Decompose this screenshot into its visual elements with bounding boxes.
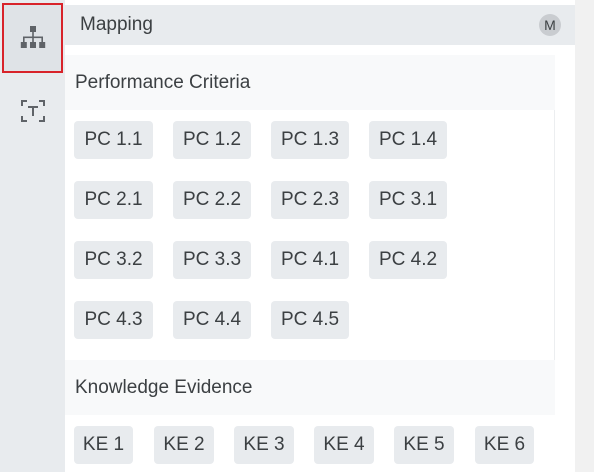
- panel-header: Mapping M: [65, 5, 575, 45]
- scrollbar-track[interactable]: [575, 0, 594, 472]
- pc-chip[interactable]: PC 3.3: [173, 241, 251, 279]
- pc-chip[interactable]: PC 3.2: [74, 241, 153, 279]
- pc-chip[interactable]: PC 1.2: [173, 121, 251, 159]
- pc-chip[interactable]: PC 4.1: [271, 241, 349, 279]
- pc-chip[interactable]: PC 1.4: [369, 121, 447, 159]
- section-divider: [554, 110, 555, 360]
- mapping-tab-button[interactable]: [2, 3, 63, 73]
- performance-criteria-title: Performance Criteria: [75, 71, 251, 93]
- pc-chip[interactable]: PC 1.1: [74, 121, 153, 159]
- sidebar-rail: [0, 0, 65, 472]
- ke-chip[interactable]: KE 4: [314, 426, 374, 464]
- pc-chip[interactable]: PC 2.2: [173, 181, 251, 219]
- text-select-icon: [20, 100, 45, 122]
- user-avatar-badge[interactable]: M: [539, 14, 561, 36]
- ke-chip[interactable]: KE 5: [394, 426, 454, 464]
- pc-chip[interactable]: PC 2.3: [271, 181, 349, 219]
- text-tab-button[interactable]: [2, 76, 63, 146]
- pc-chip[interactable]: PC 2.1: [74, 181, 153, 219]
- ke-chip[interactable]: KE 6: [475, 426, 534, 464]
- ke-chip[interactable]: KE 2: [154, 426, 214, 464]
- panel-title: Mapping: [80, 14, 153, 35]
- mapping-panel: Mapping M Performance Criteria PC 1.1 PC…: [65, 0, 575, 472]
- pc-chip[interactable]: PC 4.2: [369, 241, 447, 279]
- pc-chip[interactable]: PC 4.3: [74, 301, 153, 339]
- knowledge-evidence-header: Knowledge Evidence: [65, 360, 555, 415]
- sitemap-icon: [20, 26, 45, 48]
- pc-chip[interactable]: PC 4.5: [271, 301, 349, 339]
- knowledge-evidence-title: Knowledge Evidence: [75, 376, 253, 398]
- ke-chip[interactable]: KE 3: [234, 426, 294, 464]
- pc-chip[interactable]: PC 3.1: [369, 181, 447, 219]
- pc-chip[interactable]: PC 4.4: [173, 301, 251, 339]
- ke-chip[interactable]: KE 1: [74, 426, 133, 464]
- performance-criteria-header: Performance Criteria: [65, 55, 555, 110]
- pc-chip[interactable]: PC 1.3: [271, 121, 349, 159]
